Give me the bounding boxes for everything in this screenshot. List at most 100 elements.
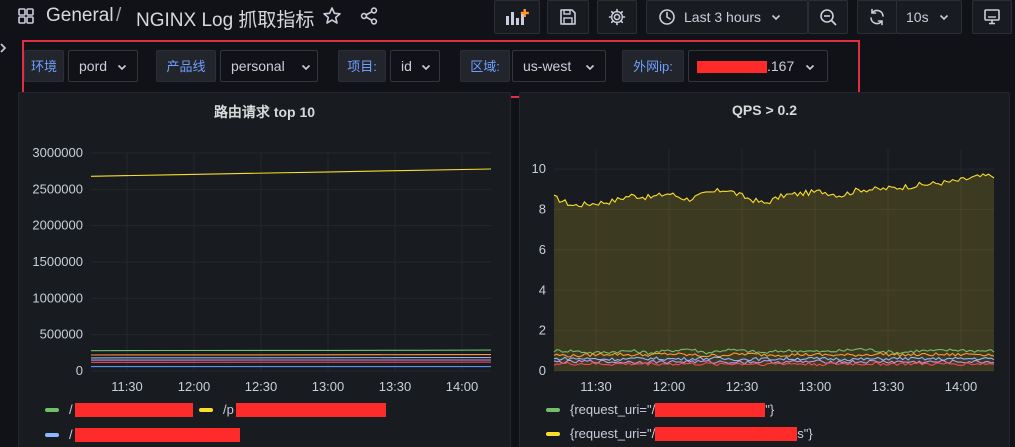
variable-value-product: personal	[231, 58, 285, 74]
legend-swatch	[546, 431, 560, 436]
y-tick-label: 0	[539, 363, 546, 378]
time-range-label: Last 3 hours	[684, 9, 762, 25]
top-navbar: General / NGINX Log 抓取指标 Last 3 hours 10…	[0, 0, 1015, 34]
y-tick-label: 1500000	[32, 254, 83, 269]
variable-select-region[interactable]: us-west	[512, 50, 606, 82]
refresh-button[interactable]	[857, 0, 897, 34]
redacted-route	[74, 427, 240, 442]
share-icon[interactable]	[360, 7, 378, 25]
legend-text: {request_uri="/	[570, 402, 656, 417]
clock-icon	[659, 9, 675, 25]
series-line	[90, 349, 492, 352]
save-dashboard-button[interactable]	[547, 0, 589, 34]
chevron-down-icon	[805, 64, 815, 71]
legend-text: /	[69, 402, 73, 417]
series-line	[90, 168, 492, 177]
y-tick-label: 0	[76, 363, 83, 378]
variable-label-env: 环境	[24, 50, 64, 82]
breadcrumb-separator: /	[116, 5, 122, 26]
y-tick-label: 2500000	[32, 181, 83, 196]
add-panel-icon	[506, 9, 529, 25]
chevron-down-icon	[771, 14, 781, 21]
legend-swatch	[45, 407, 59, 412]
x-tick-label: 12:30	[245, 379, 278, 393]
zoom-out-button[interactable]	[808, 0, 848, 34]
refresh-interval-picker[interactable]: 10s	[896, 0, 962, 34]
gear-icon	[608, 8, 626, 26]
zoom-out-icon	[820, 9, 837, 26]
add-panel-button[interactable]	[494, 0, 540, 34]
x-tick-label: 11:30	[111, 379, 143, 393]
variable-select-project[interactable]: id	[390, 50, 440, 82]
legend-item[interactable]: /p	[199, 402, 386, 417]
variable-select-ip[interactable]: .167	[688, 50, 828, 82]
legend-text: /	[69, 427, 73, 442]
save-icon	[560, 9, 576, 25]
chevron-down-icon	[421, 64, 431, 71]
y-tick-label: 10	[532, 161, 546, 176]
redacted-route	[74, 402, 193, 417]
variable-value-env: pord	[79, 58, 108, 74]
y-tick-label: 2000000	[32, 218, 83, 233]
time-range-picker[interactable]: Last 3 hours	[646, 0, 808, 34]
y-tick-label: 4	[539, 282, 546, 297]
redacted-uri	[655, 402, 766, 417]
dashboard-settings-button[interactable]	[597, 0, 637, 34]
x-tick-label: 13:00	[312, 379, 345, 393]
breadcrumb-folder[interactable]: General	[46, 5, 114, 27]
x-tick-label: 12:00	[178, 379, 211, 393]
chevron-down-icon	[117, 64, 127, 71]
legend-text-tail: s"}	[797, 426, 813, 441]
template-variables-bar: 环境 pord 产品线 personal 项目: id 区域: us-west …	[22, 40, 860, 98]
sidebar-expand-icon[interactable]	[0, 40, 8, 56]
variable-select-product[interactable]: personal	[220, 50, 318, 82]
dashboard-title[interactable]: NGINX Log 抓取指标	[136, 5, 314, 32]
legend-swatch	[45, 432, 59, 437]
redacted-uri	[655, 426, 798, 441]
legend-item[interactable]: {request_uri="/ s"}	[546, 426, 813, 441]
dashboard-grid-icon	[18, 8, 34, 24]
legend-text: /p	[223, 402, 234, 417]
x-tick-label: 12:00	[653, 379, 686, 393]
monitor-icon	[984, 9, 1000, 25]
x-tick-label: 13:30	[872, 379, 905, 393]
y-tick-label: 1000000	[32, 290, 83, 305]
redacted-route	[235, 402, 386, 417]
x-tick-label: 14:00	[945, 379, 978, 393]
y-tick-label: 2	[539, 323, 546, 338]
refresh-icon	[870, 8, 884, 26]
variable-label-ip: 外网ip:	[622, 50, 684, 82]
variable-value-region: us-west	[523, 58, 572, 74]
variable-select-env[interactable]: pord	[68, 50, 138, 82]
y-tick-label: 6	[539, 242, 546, 257]
x-tick-label: 12:30	[726, 379, 759, 393]
y-tick-label: 3000000	[32, 145, 83, 160]
x-tick-label: 13:30	[379, 379, 412, 393]
qps-chart[interactable]: 0 2 4 6 8 10 11:30 12:00 12:30 13:00 13:30 14:00	[520, 93, 1010, 393]
legend-swatch	[199, 407, 213, 412]
variable-value-ip-suffix: .167	[767, 58, 795, 74]
panel-qps[interactable]: QPS > 0.2 0 2 4 6 8 10 11:30 12:00 12:30 13:00 13:…	[519, 92, 1010, 447]
route-requests-chart[interactable]: 0 500000 1000000 1500000 2000000 2500000 30000…	[19, 93, 511, 393]
variable-label-project: 项目:	[338, 50, 386, 82]
x-tick-label: 14:00	[446, 379, 479, 393]
x-tick-label: 11:30	[580, 379, 612, 393]
legend-text: {request_uri="/	[570, 426, 656, 441]
tv-mode-button[interactable]	[972, 0, 1012, 34]
chevron-down-icon	[939, 14, 948, 21]
legend-item[interactable]: {request_uri="/ "}	[546, 402, 774, 417]
legend-text-tail: "}	[765, 402, 775, 417]
panel-route-requests-top10[interactable]: 路由请求 top 10 0 500000 1000000 1500000 2000000…	[18, 92, 511, 447]
y-tick-label: 8	[539, 202, 546, 217]
legend-item[interactable]: /	[45, 427, 240, 442]
series-area-fill	[554, 173, 994, 371]
legend-swatch	[546, 407, 560, 412]
refresh-interval-label: 10s	[906, 9, 929, 25]
redacted-ip-prefix	[697, 61, 767, 74]
x-tick-label: 13:00	[799, 379, 832, 393]
variable-label-region: 区域:	[460, 50, 510, 82]
legend-item[interactable]: /	[45, 402, 193, 417]
variable-value-project: id	[401, 58, 412, 74]
y-tick-label: 500000	[40, 327, 83, 342]
star-icon[interactable]	[322, 6, 342, 26]
